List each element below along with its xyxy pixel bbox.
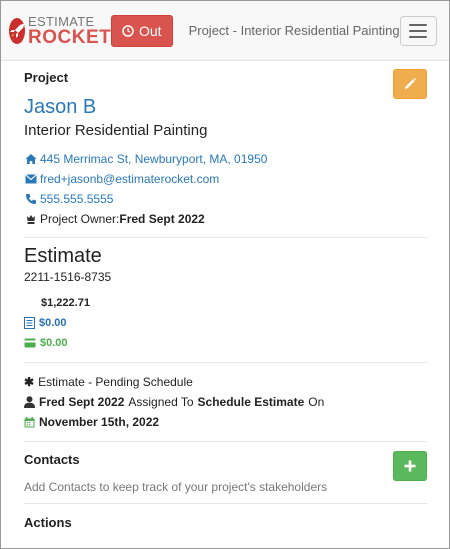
project-owner-name: Fred Sept 2022 bbox=[119, 212, 205, 226]
estimate-total: $1,222.71 bbox=[41, 297, 90, 309]
top-navbar: ESTIMATE ROCKET Out Project - Interior R… bbox=[1, 1, 449, 61]
address-link[interactable]: 445 Merrimac St, Newburyport, MA, 01950 bbox=[40, 152, 267, 166]
hamburger-menu-button[interactable] bbox=[399, 15, 437, 46]
project-heading: Project bbox=[24, 70, 69, 85]
invoice-icon bbox=[24, 317, 35, 329]
plus-icon bbox=[404, 460, 416, 472]
rocket-icon bbox=[9, 17, 25, 44]
project-name: Interior Residential Painting bbox=[24, 122, 208, 139]
email-row: fred+jasonb@estimaterocket.com bbox=[24, 172, 219, 186]
email-link[interactable]: fred+jasonb@estimaterocket.com bbox=[40, 172, 219, 186]
asterisk-icon: ✱ bbox=[24, 375, 35, 389]
actions-heading: Actions bbox=[24, 515, 72, 530]
envelope-icon bbox=[24, 174, 38, 184]
project-owner-label: Project Owner: bbox=[40, 212, 120, 226]
edit-project-button[interactable] bbox=[393, 69, 427, 99]
user-icon bbox=[24, 396, 35, 408]
assignment-row: Fred Sept 2022 Assigned To Schedule Esti… bbox=[24, 395, 324, 409]
assigned-to-text: Assigned To bbox=[128, 395, 194, 409]
divider bbox=[24, 441, 427, 442]
task-name: Schedule Estimate bbox=[197, 395, 305, 409]
phone-row: 555.555.5555 bbox=[24, 192, 113, 206]
home-icon bbox=[24, 153, 38, 165]
king-icon bbox=[24, 213, 38, 225]
estimate-status-row: ✱ Estimate - Pending Schedule bbox=[24, 375, 193, 389]
calendar-icon bbox=[24, 416, 35, 428]
client-name-link[interactable]: Jason B bbox=[24, 96, 96, 119]
clock-out-label: Out bbox=[139, 22, 162, 39]
divider bbox=[24, 503, 427, 504]
phone-link[interactable]: 555.555.5555 bbox=[40, 192, 113, 206]
schedule-date: November 15th, 2022 bbox=[39, 415, 160, 429]
contacts-empty-text: Add Contacts to keep track of your proje… bbox=[24, 480, 328, 494]
logo-text-top: ESTIMATE bbox=[28, 13, 95, 29]
project-owner-row: Project Owner: Fred Sept 2022 bbox=[24, 212, 205, 226]
contacts-heading: Contacts bbox=[24, 452, 80, 467]
divider bbox=[24, 237, 427, 238]
clock-out-button[interactable]: Out bbox=[111, 14, 173, 47]
assignee-name: Fred Sept 2022 bbox=[39, 395, 125, 409]
estimate-title-link[interactable]: Estimate bbox=[24, 245, 102, 268]
page-title: Project - Interior Residential Painting bbox=[188, 23, 400, 38]
estimate-status: Estimate - Pending Schedule bbox=[38, 375, 193, 389]
divider bbox=[24, 362, 427, 363]
clock-icon bbox=[122, 24, 134, 37]
on-text: On bbox=[308, 395, 325, 409]
invoiced-amount: $0.00 bbox=[39, 317, 67, 329]
credit-card-icon bbox=[24, 338, 36, 348]
paid-row: $0.00 bbox=[24, 337, 68, 349]
logo-text-bottom: ROCKET bbox=[28, 26, 112, 48]
estimate-number: 2211-1516-8735 bbox=[24, 270, 112, 284]
pencil-icon bbox=[405, 78, 416, 89]
estimate-rocket-logo[interactable]: ESTIMATE ROCKET bbox=[9, 15, 111, 47]
paid-amount: $0.00 bbox=[40, 337, 68, 349]
phone-icon bbox=[24, 193, 38, 205]
address-row: 445 Merrimac St, Newburyport, MA, 01950 bbox=[24, 152, 267, 166]
invoiced-row: $0.00 bbox=[24, 317, 67, 329]
app-frame: ESTIMATE ROCKET Out Project - Interior R… bbox=[0, 0, 450, 549]
add-contact-button[interactable] bbox=[393, 451, 427, 481]
schedule-date-row: November 15th, 2022 bbox=[24, 415, 159, 429]
